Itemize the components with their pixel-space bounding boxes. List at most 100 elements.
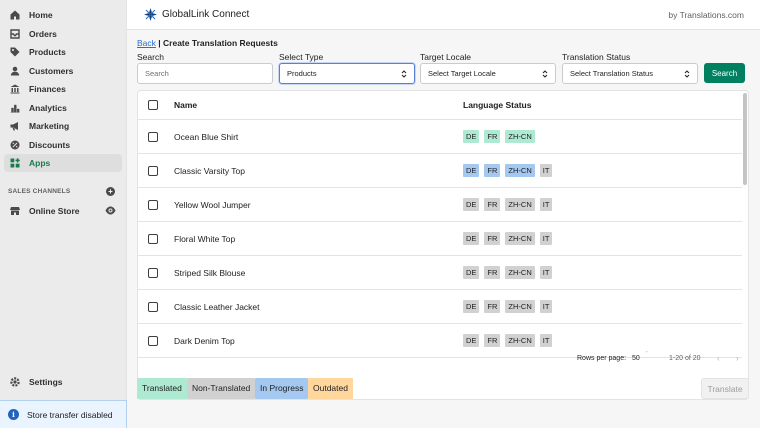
product-name: Dark Denim Top: [174, 336, 235, 346]
sidebar-item-finances[interactable]: Finances: [4, 80, 122, 98]
language-tag: IT: [539, 232, 553, 245]
language-tag: ZH-CN: [505, 232, 535, 245]
language-tag: ZH-CN: [505, 164, 535, 177]
table-row[interactable]: Ocean Blue Shirt DE FR ZH-CN: [138, 120, 742, 154]
language-status-tags: DE FR ZH-CN IT: [463, 334, 553, 347]
table-header: Name Language Status: [138, 91, 742, 120]
row-checkbox[interactable]: [148, 234, 158, 244]
sidebar: Home Orders Products Customers Finances Analy…: [0, 0, 127, 428]
row-checkbox[interactable]: [148, 268, 158, 278]
translate-button[interactable]: Translate: [701, 378, 749, 399]
row-checkbox[interactable]: [148, 336, 158, 346]
language-status-tags: DE FR ZH-CN IT: [463, 232, 553, 245]
select-arrows-icon: [542, 70, 548, 78]
store-icon: [10, 206, 20, 216]
sidebar-item-marketing[interactable]: Marketing: [4, 117, 122, 135]
sidebar-item-apps[interactable]: Apps: [4, 154, 122, 172]
table-scrollbar[interactable]: [743, 93, 747, 185]
next-page-icon[interactable]: ›: [736, 354, 739, 363]
search-button[interactable]: Search: [704, 63, 745, 83]
status-label: Translation Status: [562, 52, 631, 62]
info-icon: i: [8, 409, 19, 420]
sidebar-item-label: Marketing: [29, 121, 70, 131]
legend-outdated: Outdated: [308, 378, 353, 399]
language-tag: FR: [484, 232, 501, 245]
language-tag: IT: [539, 334, 553, 347]
discount-icon: [10, 140, 20, 150]
sidebar-item-analytics[interactable]: Analytics: [4, 99, 122, 117]
person-icon: [10, 66, 20, 76]
table-row[interactable]: Classic Leather Jacket DE FR ZH-CN IT: [138, 290, 742, 324]
sidebar-item-products[interactable]: Products: [4, 43, 122, 61]
sidebar-item-customers[interactable]: Customers: [4, 62, 122, 80]
table-row[interactable]: Floral White Top DE FR ZH-CN IT: [138, 222, 742, 256]
bar-chart-icon: [10, 103, 20, 113]
locale-label: Target Locale: [420, 52, 472, 62]
select-arrows-icon: [401, 70, 407, 78]
language-tag: FR: [484, 300, 501, 313]
sidebar-item-settings[interactable]: Settings: [4, 373, 122, 391]
back-link[interactable]: Back: [137, 38, 156, 48]
product-name: Yellow Wool Jumper: [174, 200, 251, 210]
language-tag: IT: [539, 300, 553, 313]
pagination-range: 1-20 of 20: [669, 355, 701, 362]
sidebar-item-label: Settings: [29, 377, 63, 387]
table-row[interactable]: Yellow Wool Jumper DE FR ZH-CN IT: [138, 188, 742, 222]
sidebar-item-home[interactable]: Home: [4, 6, 122, 24]
rows-per-page-caret-icon[interactable]: ˙: [646, 352, 648, 359]
status-select-value: Select Translation Status: [570, 69, 653, 78]
sidebar-item-label: Orders: [29, 28, 57, 39]
status-select[interactable]: Select Translation Status: [562, 63, 698, 84]
sidebar-item-label: Analytics: [29, 102, 67, 113]
store-transfer-text: Store transfer disabled: [27, 409, 113, 420]
rows-per-page-select[interactable]: 50: [632, 355, 640, 362]
breadcrumb: Back | Create Translation Requests: [137, 38, 278, 48]
prev-page-icon[interactable]: ‹: [717, 354, 720, 363]
table-row[interactable]: Classic Varsity Top DE FR ZH-CN IT: [138, 154, 742, 188]
row-checkbox[interactable]: [148, 166, 158, 176]
tag-icon: [10, 47, 20, 57]
language-status-tags: DE FR ZH-CN IT: [463, 164, 553, 177]
locale-select[interactable]: Select Target Locale: [420, 63, 556, 84]
apps-icon: [10, 158, 20, 168]
search-input[interactable]: Search: [137, 63, 273, 84]
sidebar-item-orders[interactable]: Orders: [4, 25, 122, 43]
home-icon: [10, 10, 20, 20]
row-checkbox[interactable]: [148, 200, 158, 210]
language-tag: DE: [463, 300, 480, 313]
language-tag: FR: [484, 130, 501, 143]
sidebar-item-discounts[interactable]: Discounts: [4, 136, 122, 154]
language-tag: DE: [463, 266, 480, 279]
language-tag: ZH-CN: [505, 266, 535, 279]
language-tag: ZH-CN: [505, 334, 535, 347]
sidebar-item-label: Products: [29, 47, 66, 57]
product-name: Striped Silk Blouse: [174, 268, 246, 278]
main-content: Back | Create Translation Requests Searc…: [127, 30, 760, 428]
language-status-tags: DE FR ZH-CN IT: [463, 198, 553, 211]
sidebar-item-label: Online Store: [29, 206, 80, 216]
language-tag: IT: [539, 164, 553, 177]
pagination: Rows per page: 50 ˙ 1-20 of 20 ‹ ›: [138, 349, 748, 369]
gear-icon: [10, 377, 20, 387]
product-name: Classic Varsity Top: [174, 166, 246, 176]
language-status-tags: DE FR ZH-CN IT: [463, 266, 553, 279]
select-arrows-icon: [684, 70, 690, 78]
language-tag: ZH-CN: [505, 198, 535, 211]
add-sales-channel-icon[interactable]: +: [106, 187, 115, 196]
sidebar-item-label: Apps: [29, 158, 51, 168]
row-checkbox[interactable]: [148, 132, 158, 142]
type-select[interactable]: Products: [279, 63, 415, 84]
page-title: | Create Translation Requests: [158, 38, 278, 48]
eye-icon[interactable]: [105, 206, 116, 215]
language-tag: DE: [463, 334, 480, 347]
language-tag: ZH-CN: [505, 130, 535, 143]
table-row[interactable]: Striped Silk Blouse DE FR ZH-CN IT: [138, 256, 742, 290]
product-name: Ocean Blue Shirt: [174, 132, 239, 142]
language-tag: FR: [484, 266, 501, 279]
orders-icon: [10, 28, 20, 39]
language-tag: FR: [484, 334, 501, 347]
language-tag: FR: [484, 198, 501, 211]
select-all-checkbox[interactable]: [148, 100, 158, 110]
row-checkbox[interactable]: [148, 302, 158, 312]
language-tag: DE: [463, 232, 480, 245]
